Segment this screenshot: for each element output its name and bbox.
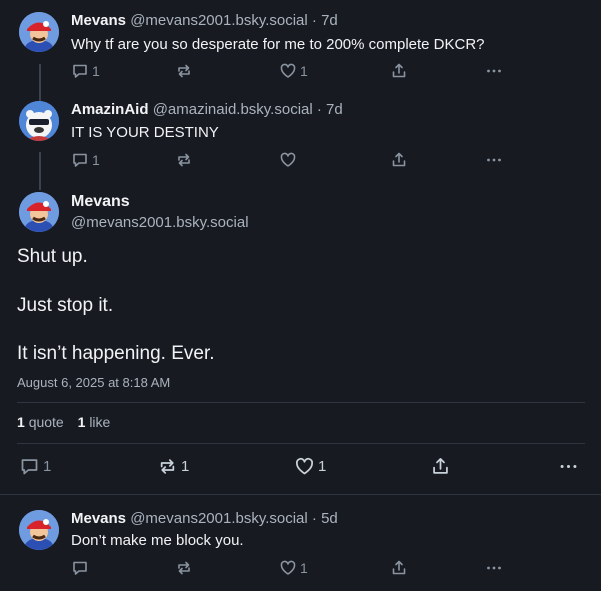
post-timestamp[interactable]: August 6, 2025 at 8:18 AM [17, 375, 170, 390]
repost-button[interactable] [175, 151, 196, 169]
author-handle[interactable]: @mevans2001.bsky.social [71, 214, 249, 231]
post-time[interactable]: 5d [321, 510, 338, 527]
like-button[interactable] [279, 151, 300, 169]
focused-actions: 1 1 1 [0, 456, 601, 478]
likes-stat[interactable]: 1 like [78, 414, 111, 430]
share-icon [392, 63, 406, 78]
more-button[interactable] [485, 151, 503, 169]
author-name[interactable]: Mevans [71, 12, 126, 29]
reply-button[interactable]: 1 [71, 151, 100, 169]
repost-button[interactable] [175, 62, 196, 80]
post-actions: 1 1 [0, 62, 601, 82]
like-count: 1 [318, 458, 327, 475]
divider [17, 443, 585, 444]
author-handle[interactable]: @mevans2001.bsky.social [130, 12, 308, 29]
divider [17, 402, 585, 403]
like-button[interactable]: 1 [279, 559, 308, 577]
post-paragraph: Shut up. [17, 246, 88, 267]
quotes-stat[interactable]: 1 quote [17, 414, 64, 430]
reply-count: 1 [43, 458, 52, 475]
more-button[interactable] [485, 559, 503, 577]
dot-separator: · [316, 101, 322, 118]
repost-icon [178, 561, 190, 575]
post-text: Don’t make me block you. [71, 532, 244, 549]
dot-separator: · [311, 510, 317, 527]
post-paragraph: It isn’t happening. Ever. [17, 343, 215, 364]
post-header: Mevans @mevans2001.bsky.social · 5d [71, 510, 338, 527]
post-actions: 1 [0, 151, 601, 171]
author-name[interactable]: Mevans [71, 510, 126, 527]
repost-button[interactable] [175, 559, 196, 577]
more-icon [487, 69, 501, 73]
post-text: Why tf are you so desperate for me to 20… [71, 36, 485, 53]
like-count: 1 [300, 560, 308, 576]
quote-label: quote [28, 414, 64, 430]
more-icon [487, 158, 501, 162]
like-count: 1 [300, 63, 308, 79]
repost-icon [160, 459, 175, 474]
avatar[interactable] [19, 12, 59, 52]
reply-icon [73, 64, 87, 78]
share-button[interactable] [390, 151, 408, 169]
like-button[interactable]: 1 [294, 456, 326, 477]
post-text: IT IS YOUR DESTINY [71, 124, 219, 141]
reply-button[interactable]: 1 [71, 62, 100, 80]
post-header: Mevans @mevans2001.bsky.social · 7d [71, 12, 338, 29]
share-icon [433, 458, 448, 474]
engagement-stats: 1 quote 1 like [17, 414, 110, 430]
like-icon [280, 152, 296, 167]
reply-button[interactable]: 1 [19, 456, 51, 477]
more-button[interactable] [485, 62, 503, 80]
like-button[interactable]: 1 [279, 62, 308, 80]
post-header: AmazinAid @amazinaid.bsky.social · 7d [71, 101, 343, 118]
reply-count: 1 [92, 152, 100, 168]
author-handle[interactable]: @mevans2001.bsky.social [130, 510, 308, 527]
more-button[interactable] [558, 456, 579, 477]
repost-button[interactable]: 1 [157, 456, 189, 477]
quote-count: 1 [17, 414, 25, 430]
share-icon [392, 152, 406, 167]
share-button[interactable] [390, 62, 408, 80]
dot-separator: · [311, 12, 317, 29]
divider [0, 494, 601, 495]
more-icon [560, 464, 577, 469]
avatar[interactable] [19, 192, 59, 232]
share-button[interactable] [430, 456, 451, 477]
share-button[interactable] [390, 559, 408, 577]
like-icon [295, 457, 314, 475]
post-paragraph: Just stop it. [17, 295, 114, 316]
author-name[interactable]: Mevans [71, 193, 130, 211]
avatar[interactable] [19, 510, 59, 550]
share-icon [392, 560, 406, 575]
post-actions: 1 [0, 559, 601, 579]
repost-icon [178, 153, 190, 167]
more-icon [487, 566, 501, 570]
author-name[interactable]: AmazinAid [71, 101, 149, 118]
avatar[interactable] [19, 101, 59, 141]
repost-icon [178, 64, 190, 78]
author-handle[interactable]: @amazinaid.bsky.social [153, 101, 313, 118]
repost-count: 1 [181, 458, 190, 475]
reply-icon [73, 153, 87, 167]
post-time[interactable]: 7d [326, 101, 343, 118]
like-icon [280, 560, 296, 575]
like-icon [280, 63, 296, 78]
like-total: 1 [77, 414, 86, 430]
reply-count: 1 [92, 63, 100, 79]
reply-icon [73, 561, 87, 575]
like-label: like [89, 414, 111, 430]
reply-button[interactable] [71, 559, 92, 577]
post-time[interactable]: 7d [321, 12, 338, 29]
reply-icon [21, 459, 38, 475]
